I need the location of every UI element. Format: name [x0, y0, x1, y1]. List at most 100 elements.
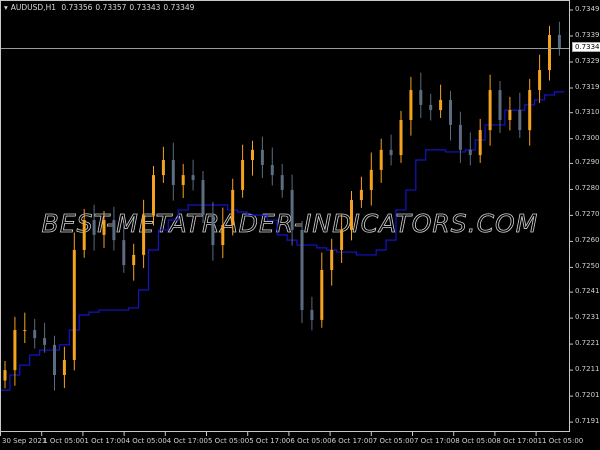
- candle-body: [458, 124, 462, 150]
- candle-body: [161, 160, 165, 176]
- candle-body: [409, 90, 413, 120]
- candle: [300, 220, 304, 324]
- price-tick-label: 0.72110: [575, 365, 600, 374]
- watermark: BEST-METATRADER-INDICATORS.COM: [42, 209, 539, 238]
- candle-body: [508, 110, 512, 120]
- price-tick-label: 0.73295: [575, 57, 600, 65]
- candle: [62, 346, 66, 389]
- price-tick-label: 0.73395: [575, 31, 600, 39]
- time-tick-label: 8 Oct 05:00: [455, 437, 497, 445]
- price-tick-label: 0.72410: [575, 287, 600, 296]
- candle: [72, 232, 76, 371]
- candle-body: [330, 249, 334, 270]
- candle-body: [389, 149, 393, 156]
- time-tick-label: 4 Oct 17:00: [166, 437, 208, 445]
- candle: [23, 312, 27, 344]
- candle-body: [449, 99, 452, 125]
- candle-body: [260, 149, 264, 165]
- candle: [548, 25, 551, 81]
- price-tick-label: 0.73000: [575, 133, 600, 142]
- low-value: 0.73343: [129, 3, 161, 12]
- candle: [379, 138, 383, 183]
- candle-body: [191, 175, 195, 181]
- price-tick-label: 0.71910: [575, 417, 600, 426]
- candle-body: [62, 359, 66, 376]
- price-tick-label: 0.73195: [575, 83, 600, 91]
- candle: [429, 93, 433, 121]
- candle-body: [33, 330, 37, 339]
- candle-body: [300, 229, 304, 311]
- candle-body: [399, 119, 403, 156]
- candle-body: [102, 220, 106, 235]
- candle: [53, 335, 56, 391]
- candle-body: [82, 220, 86, 250]
- candle: [508, 96, 512, 131]
- price-chart[interactable]: BEST-METATRADER-INDICATORS.COM: [0, 0, 600, 450]
- candle-body: [498, 90, 502, 120]
- candle-body: [320, 270, 324, 320]
- candle: [399, 110, 403, 163]
- dropdown-triangle-icon[interactable]: ▾: [4, 3, 8, 12]
- price-tick-label: 0.72905: [575, 158, 600, 167]
- candle: [161, 146, 165, 183]
- candle-body: [528, 90, 532, 131]
- candle-body: [290, 189, 294, 230]
- candle-body: [439, 99, 443, 111]
- candle-body: [270, 164, 274, 176]
- price-tick-label: 0.72310: [575, 313, 600, 322]
- candle-body: [359, 189, 363, 201]
- candle: [557, 21, 561, 56]
- candle-body: [231, 189, 235, 226]
- time-tick-label: 7 Oct 05:00: [372, 437, 414, 445]
- price-tick-label: 0.72705: [575, 210, 600, 219]
- candle-body: [241, 160, 245, 190]
- candle: [468, 132, 472, 166]
- candle-body: [171, 160, 175, 185]
- time-tick-label: 5 Oct 05:00: [208, 437, 250, 445]
- candle: [181, 163, 185, 198]
- time-tick-label: 1 Oct 05:00: [43, 437, 85, 445]
- candle-body: [132, 254, 136, 266]
- time-tick-label: 1 Oct 17:00: [84, 437, 126, 445]
- candle: [409, 76, 413, 136]
- price-tick-label: 0.73100: [575, 107, 600, 116]
- candle-body: [340, 229, 344, 250]
- price-tick-label: 0.72505: [575, 262, 600, 271]
- candle-body: [13, 330, 17, 371]
- candle: [260, 136, 264, 178]
- candle-body: [112, 220, 116, 241]
- time-tick-label: 30 Sep 2021: [2, 437, 47, 445]
- candle-body: [122, 240, 126, 266]
- time-tick-label: 6 Oct 05:00: [290, 437, 332, 445]
- candle-body: [538, 70, 542, 91]
- symbol-label: AUDUSD,H1: [10, 3, 56, 12]
- candle-body: [92, 220, 96, 235]
- candle: [419, 72, 423, 118]
- candle: [241, 144, 245, 198]
- candle-body: [280, 175, 284, 190]
- candle: [33, 318, 37, 349]
- candle: [439, 84, 443, 118]
- candle: [369, 152, 373, 206]
- price-tick-label: 0.73495: [575, 5, 600, 13]
- candle-body: [310, 310, 314, 320]
- candle-body: [72, 249, 76, 360]
- candle-body: [379, 149, 383, 170]
- candle-body: [419, 90, 423, 105]
- candle: [330, 238, 334, 286]
- candle-body: [3, 370, 7, 381]
- candle-body: [548, 34, 551, 71]
- candle: [270, 147, 274, 186]
- current-price-label: 0.73349: [572, 41, 600, 52]
- time-tick-label: 4 Oct 05:00: [125, 437, 167, 445]
- candle-body: [53, 344, 56, 376]
- candle-body: [142, 215, 146, 255]
- candle: [132, 243, 136, 281]
- candle: [3, 361, 7, 389]
- candle: [310, 296, 314, 331]
- open-value: 0.73356: [61, 3, 93, 12]
- candle: [518, 92, 522, 138]
- time-tick-label: 6 Oct 17:00: [331, 437, 373, 445]
- candle: [43, 322, 47, 353]
- price-tick-label: 0.72210: [575, 339, 600, 348]
